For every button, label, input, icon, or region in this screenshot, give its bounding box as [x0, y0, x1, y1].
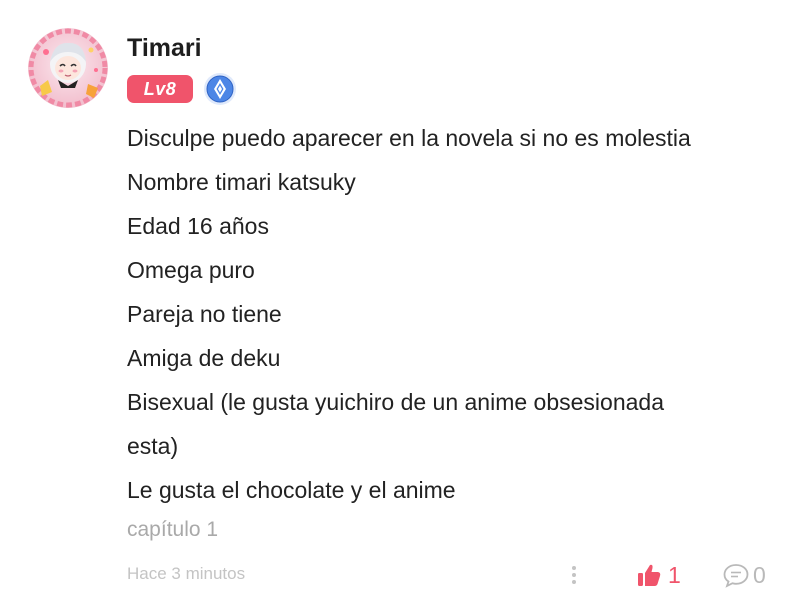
avatar-image — [28, 28, 108, 108]
thumbs-up-icon — [638, 564, 661, 586]
comment-card: Timari Lv8 Disculpe puedo aparecer en la… — [0, 0, 805, 600]
comment-line: Le gusta el chocolate y el anime — [127, 477, 456, 503]
comment-line: Pareja no tiene — [127, 301, 282, 327]
comment-line: Disculpe puedo aparecer en la novela si … — [127, 125, 691, 151]
like-count: 1 — [668, 562, 681, 588]
reply-button[interactable]: 0 — [722, 560, 766, 590]
more-vertical-icon — [572, 566, 576, 584]
more-options-button[interactable] — [564, 562, 584, 588]
like-button[interactable]: 1 — [636, 560, 681, 590]
comment-body: Disculpe puedo aparecer en la novela si … — [127, 116, 767, 512]
timestamp: Hace 3 minutos — [127, 564, 246, 583]
comment-line: Bisexual (le gusta yuichiro de un anime … — [127, 389, 664, 415]
comment-line: Omega puro — [127, 257, 255, 283]
curator-badge-icon — [203, 72, 237, 106]
comment-line: esta) — [127, 433, 179, 459]
username[interactable]: Timari — [127, 33, 202, 63]
comment-line: Edad 16 años — [127, 213, 269, 239]
comment-line: Amiga de deku — [127, 345, 281, 371]
chapter-link[interactable]: capítulo 1 — [127, 516, 218, 544]
speech-bubble-icon — [723, 564, 749, 588]
avatar[interactable] — [28, 28, 108, 108]
reply-count: 0 — [753, 562, 766, 588]
comment-line: Nombre timari katsuky — [127, 169, 356, 195]
level-badge: Lv8 — [127, 75, 193, 103]
